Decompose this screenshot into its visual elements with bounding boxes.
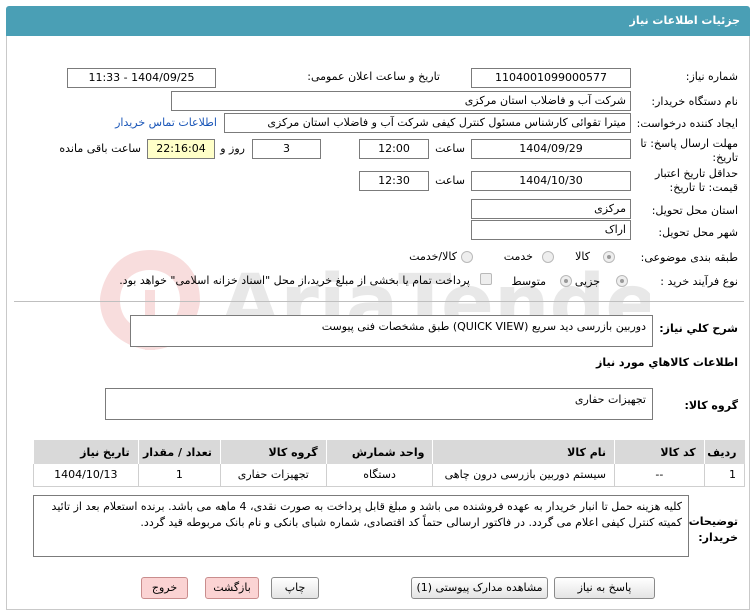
validity-date-field: 1404/10/30 <box>471 171 631 191</box>
requester-field: میترا تقوائی کارشناس مسئول کنترل کیفی شر… <box>224 113 631 133</box>
summary-label: شرح کلي نياز: <box>659 322 738 335</box>
reply-button[interactable]: پاسخ به نیاز <box>554 577 655 599</box>
category-option-service: خدمت <box>503 250 533 263</box>
exit-button[interactable]: خروج <box>141 577 188 599</box>
summary-box: دوربین بازرسی دید سریع (QUICK VIEW) طبق … <box>130 315 653 347</box>
time-remaining-label: ساعت باقی مانده <box>59 142 141 155</box>
buyer-org-field: شرکت آب و فاضلاب استان مرکزی <box>171 91 631 111</box>
validity-label-date: قیمت: تا تاریخ: <box>669 181 738 194</box>
category-option-goods-service: کالا/خدمت <box>409 250 457 263</box>
page-header: جزئیات اطلاعات نیاز <box>6 6 750 36</box>
category-radio-goods[interactable] <box>603 251 615 263</box>
requester-label: ایجاد کننده درخواست: <box>636 117 738 130</box>
view-attachments-button[interactable]: مشاهده مدارک پیوستی (1) <box>411 577 548 599</box>
category-radio-goods-service[interactable] <box>461 251 473 263</box>
col-unit: واحد شمارش <box>325 440 433 464</box>
goods-table-header: ردیف کد کالا نام کالا واحد شمارش گروه کا… <box>33 440 745 464</box>
deadline-label: مهلت ارسال پاسخ: تا <box>640 137 738 150</box>
category-radio-service[interactable] <box>542 251 554 263</box>
notes-box: کلیه هزینه حمل تا انبار خریدار به عهده ف… <box>33 495 689 557</box>
cell-code: -- <box>614 464 705 487</box>
days-remaining-field: 3 <box>252 139 321 159</box>
goods-table: ردیف کد کالا نام کالا واحد شمارش گروه کا… <box>33 440 746 487</box>
buyer-org-label: نام دستگاه خریدار: <box>651 95 738 108</box>
province-field: مرکزی <box>471 199 631 219</box>
cell-qty: 1 <box>137 464 221 487</box>
divider <box>14 301 744 302</box>
process-option-medium: متوسط <box>511 275 546 288</box>
print-button[interactable]: چاپ <box>271 577 319 599</box>
deadline-time-label: ساعت <box>435 142 465 155</box>
notes-label: توضیحات <box>688 515 738 528</box>
province-label: استان محل تحویل: <box>651 204 738 217</box>
treasury-payment-note: پرداخت تمام یا بخشی از مبلغ خرید،از محل … <box>119 274 470 287</box>
deadline-label-date: تاریخ: <box>712 151 738 164</box>
page-title: جزئیات اطلاعات نیاز <box>629 14 741 27</box>
col-date: تاریخ نیاز <box>33 440 139 464</box>
back-button[interactable]: بازگشت <box>205 577 259 599</box>
category-option-goods: کالا <box>575 250 590 263</box>
process-option-minor: جزیی <box>574 275 600 288</box>
goods-group-label: گروه کالا: <box>684 399 738 412</box>
cell-unit: دستگاه <box>325 464 433 487</box>
deadline-time-field: 12:00 <box>359 139 429 159</box>
process-radio-minor[interactable] <box>616 275 628 287</box>
deadline-date-field: 1404/09/29 <box>471 139 631 159</box>
col-code: کد کالا <box>614 440 705 464</box>
col-group: گروه کالا <box>219 440 327 464</box>
city-label: شهر محل تحویل: <box>658 226 738 239</box>
notes-label-buyer: خریدار: <box>698 531 738 544</box>
goods-section-title: اطلاعات کالاهاي مورد نياز <box>596 356 738 369</box>
days-label: روز و <box>220 142 245 155</box>
validity-time-field: 12:30 <box>359 171 429 191</box>
buyer-contact-link[interactable]: اطلاعات تماس خریدار <box>115 116 217 129</box>
validity-time-label: ساعت <box>435 174 465 187</box>
col-name: نام کالا <box>432 440 615 464</box>
treasury-payment-checkbox[interactable] <box>480 273 492 285</box>
announce-date-field: 1404/09/25 - 11:33 <box>67 68 216 88</box>
city-field: اراک <box>471 220 631 240</box>
cell-group: تجهیزات حفاری <box>219 464 327 487</box>
table-row: 1 -- سیستم دوربین بازرسی درون چاهی دستگا… <box>33 464 746 487</box>
col-row: ردیف <box>703 440 745 464</box>
announce-date-label: تاریخ و ساعت اعلان عمومی: <box>307 70 440 83</box>
cell-date: 1404/10/13 <box>33 464 139 487</box>
process-radio-medium[interactable] <box>560 275 572 287</box>
category-label: طبقه بندی موضوعی: <box>640 251 738 264</box>
need-number-label: شماره نیاز: <box>685 70 738 83</box>
time-remaining-field: 22:16:04 <box>147 139 215 159</box>
process-label: نوع فرآیند خرید : <box>660 275 738 288</box>
need-number-field: 1104001099000577 <box>471 68 631 88</box>
cell-row: 1 <box>703 464 746 487</box>
cell-name: سیستم دوربین بازرسی درون چاهی <box>432 464 615 487</box>
col-qty: تعداد / مقدار <box>137 440 221 464</box>
goods-group-box: تجهیزات حفاری <box>105 388 653 420</box>
validity-label: حداقل تاریخ اعتبار <box>654 167 738 180</box>
